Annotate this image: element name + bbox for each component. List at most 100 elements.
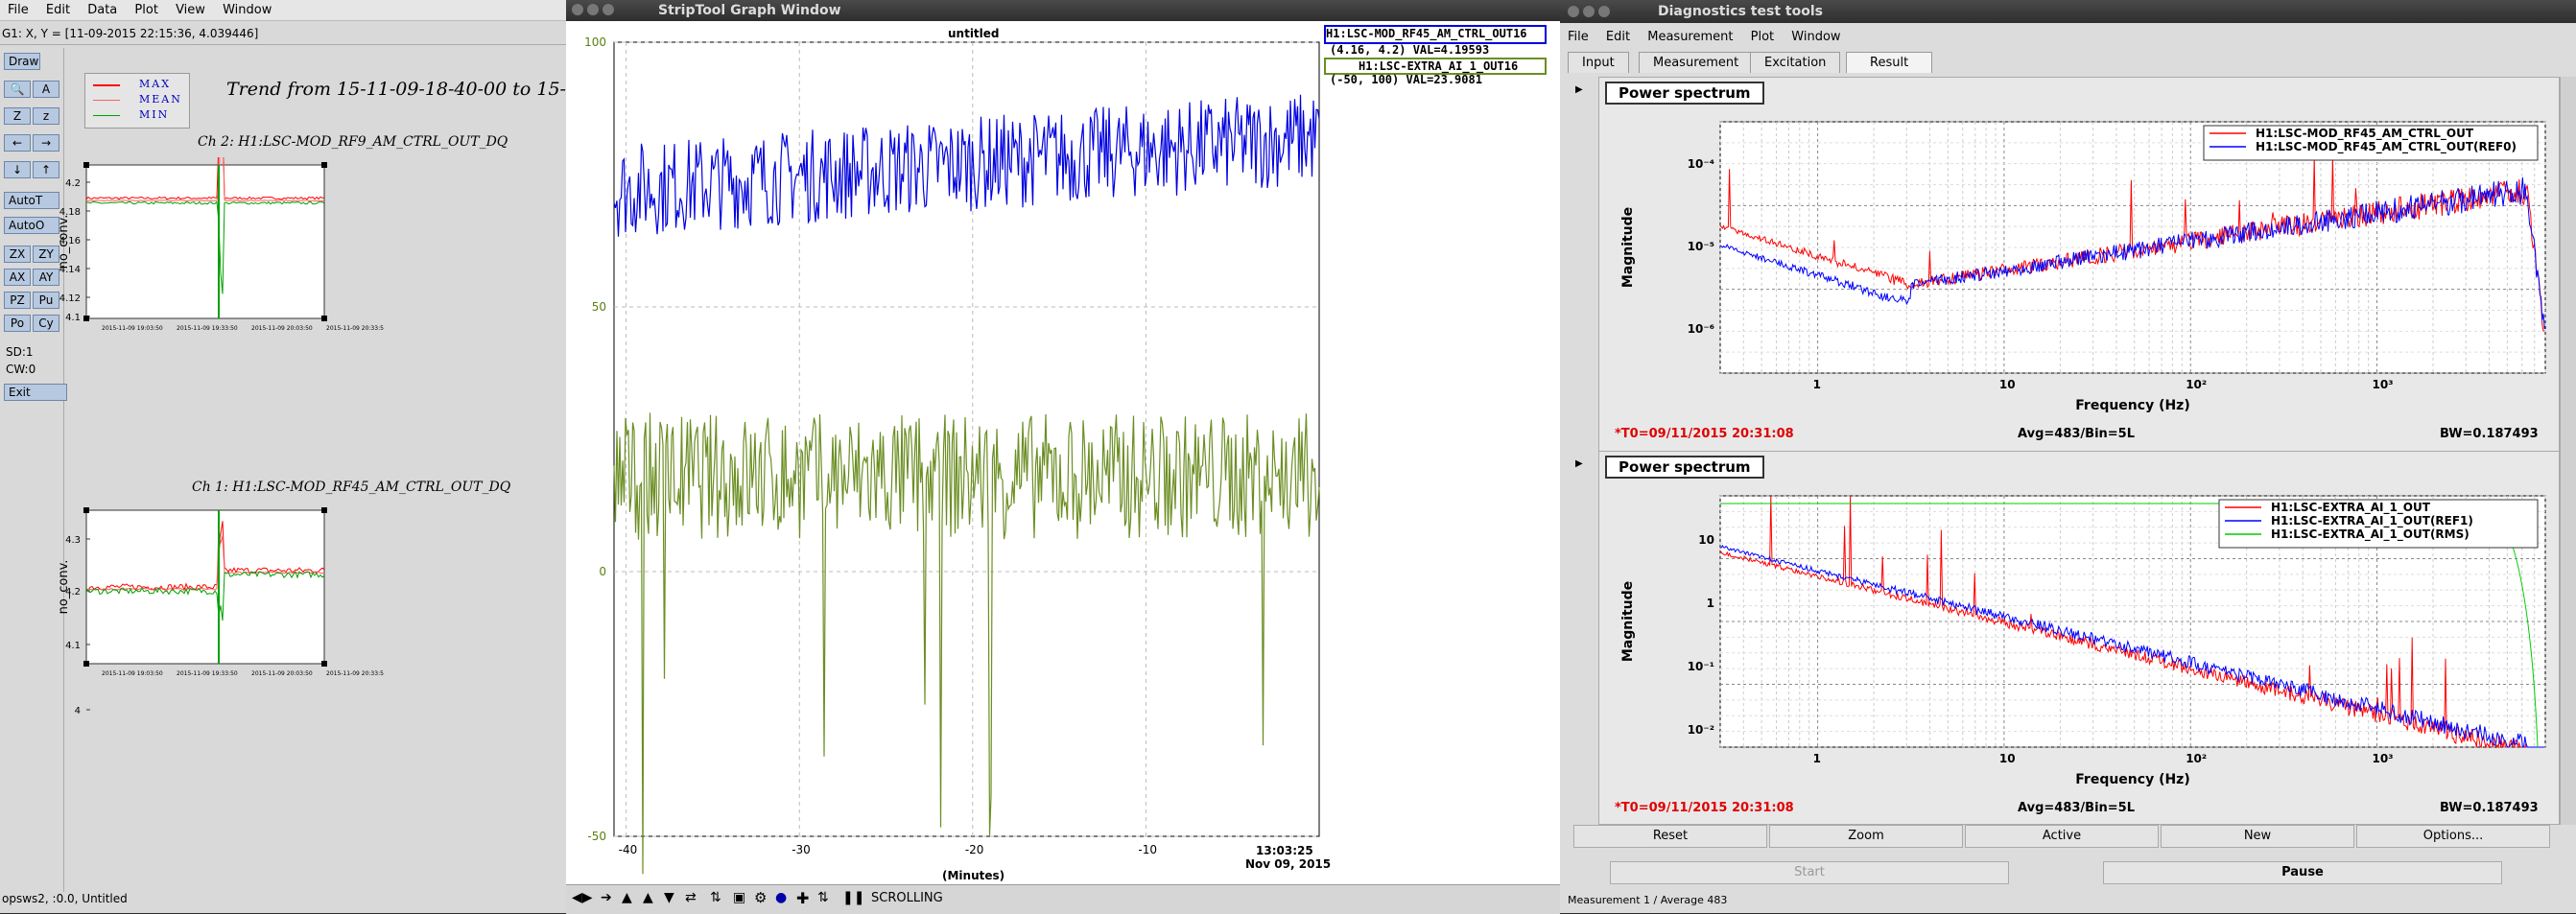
first-page-icon[interactable]: ◀▶ [572,890,593,905]
diag-menu-edit[interactable]: Edit [1606,30,1630,44]
new-button[interactable]: New [2161,825,2354,848]
spectrum-panel-2: Power spectrum 1 10 10² 10³ 10 1 10⁻¹ 10⁻² Frequ… [1598,451,2560,825]
sd-label: SD:1 [6,345,34,359]
spectrum-x-tick: 1 [1813,378,1821,391]
spectrum-chart-2: 1 10 10² 10³ 10 1 10⁻¹ 10⁻² Frequency (Hz) Magnit… [1620,495,2546,787]
pu-button[interactable]: Pu [33,292,59,309]
diag-menu-measurement[interactable]: Measurement [1647,30,1733,44]
panel-2-title: Power spectrum [1605,456,1764,479]
trend-title: Trend from 15-11-09-18-40-00 to 15-11-0 [226,79,607,100]
panel-1-collapse-icon[interactable]: ▶ [1575,84,1583,95]
diag-window: Diagnostics test tools File Edit Measure… [1560,0,2576,913]
strip-y-tick: -50 [587,830,606,843]
zy-button[interactable]: ZY [33,246,59,263]
diag-titlebar[interactable]: Diagnostics test tools [1560,0,2576,23]
coord-readout: G1: X, Y = [11-09-2015 22:15:36, 4.03944… [2,27,259,40]
corner-handle [83,661,89,667]
menu-file[interactable]: File [8,3,29,17]
minimize-icon[interactable] [587,4,599,15]
pan-up2-icon[interactable]: ▲ [643,890,653,905]
tab-input[interactable]: Input [1568,52,1629,73]
close-icon[interactable] [572,4,583,15]
arrow-left-icon[interactable]: ← [4,134,31,152]
record-icon[interactable]: ● [775,890,787,905]
spectrum-y-tick: 10 [1698,533,1714,547]
x-tick-label: 2015-11-09 20:33:5 [326,325,384,332]
autoo-button[interactable]: AutoO [4,217,59,234]
strip-window-title: StripTool Graph Window [658,3,841,18]
trend-menubar: File Edit Data Plot View Window [0,0,566,21]
strip-legend-1-info: (4.16, 4.2) VAL=4.19593 [1330,43,1490,57]
zoom-icon[interactable]: 🔍 [4,81,31,98]
start-button[interactable]: Start [1610,861,2009,884]
cy-button[interactable]: Cy [33,315,59,332]
menu-data[interactable]: Data [87,3,117,17]
trend-window: File Edit Data Plot View Window G1: X, Y… [0,0,607,913]
arrow-down-icon[interactable]: ↓ [4,161,31,178]
diag-status: Measurement 1 / Average 483 [1568,894,1728,906]
pz-button[interactable]: PZ [4,292,31,309]
diag-menu-window[interactable]: Window [1791,30,1840,44]
shrink-icon[interactable]: ▣ [733,890,745,905]
spectrum-panel-1: Power spectrum 1 10 10² 10³ 10⁻⁴ 10⁻⁵ 10⁻⁶ Freq… [1598,77,2560,453]
spectrum-x-tick: 10³ [2373,752,2394,765]
ax-button[interactable]: AX [4,269,31,286]
corner-handle [321,162,327,168]
pan-right-icon[interactable]: ➔ [601,890,612,905]
spectrum-x-tick: 10³ [2373,378,2394,391]
diag-menu-plot[interactable]: Plot [1751,30,1775,44]
panel-1-bw: BW=0.187493 [2440,427,2539,441]
y-tick-label: 4.1 [65,313,81,323]
draw-button[interactable]: Draw [4,53,40,70]
chart-icon[interactable]: ⇅ [817,890,829,905]
po-button[interactable]: Po [4,315,31,332]
diag-close-icon[interactable] [1568,6,1579,17]
active-button[interactable]: Active [1965,825,2159,848]
ay-button[interactable]: AY [33,269,59,286]
menu-plot[interactable]: Plot [134,3,158,17]
pan-down-icon[interactable]: ▼ [664,890,674,905]
diag-maximize-icon[interactable] [1598,6,1610,17]
reset-button[interactable]: Reset [1573,825,1767,848]
zoom-z2-icon[interactable]: z [33,107,59,125]
zoom-button[interactable]: Zoom [1769,825,1963,848]
strip-legend-1[interactable]: H1:LSC-MOD_RF45_AM_CTRL_OUT16 [1324,25,1547,44]
spectrum-y-label: Magnitude [1620,207,1636,288]
spectrum-x-tick: 10 [1999,752,2016,765]
zoom-y-icon[interactable]: ⇅ [710,890,721,905]
trend-plot-area [85,509,325,665]
autot-button[interactable]: AutoT [4,192,59,209]
gear-icon[interactable]: ⚙ [754,889,767,906]
strip-y-tick: 50 [592,300,606,314]
menu-edit[interactable]: Edit [46,3,70,17]
diag-minimize-icon[interactable] [1583,6,1595,17]
zoom-z-icon[interactable]: Z [4,107,31,125]
spectrum-legend-label: H1:LSC-MOD_RF45_AM_CTRL_OUT(REF0) [2256,140,2517,154]
pan-up-icon[interactable]: ▲ [622,890,632,905]
strip-titlebar[interactable]: StripTool Graph Window [566,0,1560,21]
autoscale-icon[interactable]: A [33,81,59,98]
add-icon[interactable]: ✚ [796,889,809,907]
tab-result[interactable]: Result [1846,52,1933,73]
menu-view[interactable]: View [176,3,205,17]
tab-excitation[interactable]: Excitation [1750,52,1841,73]
arrow-right-icon[interactable]: → [33,134,59,152]
x-tick-label: 2015-11-09 19:33:50 [177,325,238,332]
pause-icon[interactable]: ❚❚ [842,890,864,905]
panel-2-collapse-icon[interactable]: ▶ [1575,458,1583,469]
cw-label: CW:0 [6,363,36,376]
options-button[interactable]: Options... [2356,825,2550,848]
trend-status: opsws2, :0.0, Untitled [2,892,128,905]
y-tick-label: 4 [75,706,81,716]
corner-handle [83,507,89,513]
ch2-chart: 4.24.184.164.144.124.12015-11-09 19:03:5… [58,157,384,332]
menu-window[interactable]: Window [223,3,272,17]
x-tick-label: 2015-11-09 20:03:50 [251,325,313,332]
zoom-x-icon[interactable]: ⇄ [685,890,697,905]
diag-menu-file[interactable]: File [1568,30,1589,44]
maximize-icon[interactable] [603,4,614,15]
arrow-up-icon[interactable]: ↑ [33,161,59,178]
tab-measurement[interactable]: Measurement [1639,52,1754,73]
pause-button[interactable]: Pause [2103,861,2502,884]
zx-button[interactable]: ZX [4,246,31,263]
